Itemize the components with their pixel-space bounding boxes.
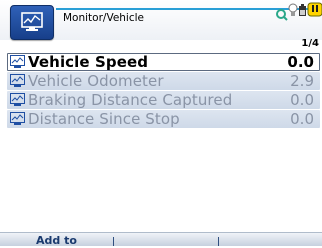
softkey-3[interactable] <box>219 233 322 246</box>
monitor-icon <box>10 93 25 106</box>
battery-icon <box>299 4 306 16</box>
monitor-icon <box>10 74 25 87</box>
list-item-value: 0.0 <box>290 91 314 109</box>
list-item-braking-distance-captured[interactable]: Braking Distance Captured 0.0 <box>7 91 320 109</box>
header-bar: Monitor/Vehicle 1/4 <box>0 0 322 49</box>
page-indicator: 1/4 <box>301 38 319 49</box>
parameter-list: Vehicle Speed 0.0 Vehicle Odometer 2.9 B… <box>7 53 320 129</box>
list-item-vehicle-odometer[interactable]: Vehicle Odometer 2.9 <box>7 72 320 90</box>
monitor-icon <box>10 55 25 68</box>
softkey-add-to[interactable]: Add to <box>0 233 113 247</box>
softkey-2[interactable] <box>114 233 218 246</box>
list-item-value: 0.0 <box>290 110 314 128</box>
list-item-vehicle-speed[interactable]: Vehicle Speed 0.0 <box>7 53 320 71</box>
list-item-value: 2.9 <box>290 72 314 90</box>
monitor-icon <box>10 112 25 125</box>
bulb-icon <box>288 3 298 16</box>
list-item-distance-since-stop[interactable]: Distance Since Stop 0.0 <box>7 110 320 128</box>
warning-icon <box>307 2 322 17</box>
list-item-label: Distance Since Stop <box>28 110 180 128</box>
list-item-label: Vehicle Odometer <box>28 72 164 90</box>
list-item-label: Braking Distance Captured <box>28 91 233 109</box>
softkey-bar: Add to <box>0 232 322 247</box>
list-item-label: Vehicle Speed <box>28 53 149 71</box>
monitor-icon <box>21 12 43 31</box>
status-icons <box>276 2 322 21</box>
link-icon <box>276 9 288 21</box>
page-title: Monitor/Vehicle <box>63 12 145 24</box>
monitor-app-button[interactable] <box>10 5 54 40</box>
list-item-value: 0.0 <box>287 53 314 71</box>
